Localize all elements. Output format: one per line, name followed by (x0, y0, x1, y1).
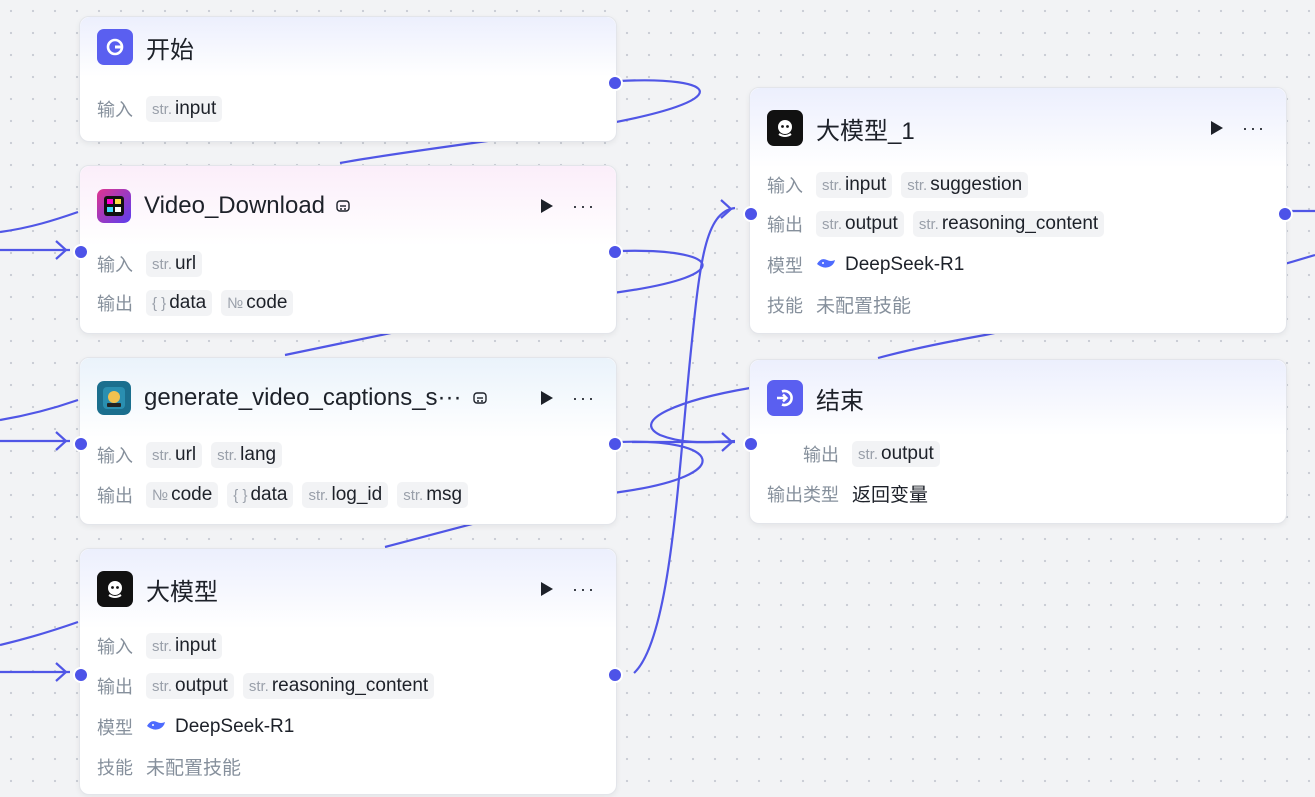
video-download-node[interactable]: Video_Download ··· 输入 str. url 输出 { } data… (73, 165, 623, 334)
input-port[interactable] (73, 436, 89, 452)
param-tag: str. url (146, 442, 203, 468)
arrowhead (720, 199, 733, 219)
node-title: Video_Download (144, 192, 326, 219)
node-title: 大模型_1 (816, 117, 915, 145)
param-tag: str. input (816, 172, 893, 198)
param-tag: str. input (146, 96, 223, 122)
param-tag: str. url (146, 251, 203, 277)
edge-left-in-llm[interactable] (0, 620, 79, 647)
more-options-button[interactable]: ··· (572, 578, 596, 600)
input-label: 输入 (767, 176, 803, 196)
param-tag: str. output (816, 211, 904, 237)
start-node[interactable]: 开始 输入 str. input (79, 16, 623, 142)
output-label: 输出 (97, 486, 133, 506)
param-tag: № code (221, 290, 294, 316)
param-tag: str. lang (211, 442, 283, 468)
input-port[interactable] (73, 244, 89, 260)
param-tag: str. reasoning_content (242, 673, 435, 699)
llm-icon (97, 571, 133, 607)
output-type-label: 输出类型 (767, 484, 839, 505)
output-port[interactable] (607, 244, 623, 260)
model-name: DeepSeek-R1 (845, 254, 965, 275)
arrowhead (721, 432, 734, 452)
output-label: 输出 (97, 294, 133, 314)
run-button[interactable] (536, 195, 558, 217)
run-button[interactable] (1206, 117, 1228, 139)
param-tag: str. reasoning_content (912, 211, 1105, 237)
skill-label: 技能 (97, 757, 133, 778)
edge-end-incoming-loop[interactable] (650, 386, 751, 444)
param-tag: str. input (146, 633, 223, 659)
input-label: 输入 (97, 100, 133, 120)
output-label: 输出 (767, 215, 803, 235)
model-label: 模型 (97, 718, 133, 738)
more-options-button[interactable]: ··· (572, 195, 596, 217)
output-label: 输出 (97, 677, 133, 697)
param-tag: str. output (852, 441, 940, 467)
input-label: 输入 (97, 446, 133, 466)
node-title: 开始 (146, 36, 194, 64)
node-title: 大模型 (146, 578, 218, 606)
output-port[interactable] (607, 667, 623, 683)
plugin-link-icon (472, 390, 488, 406)
param-tag: № code (146, 482, 219, 508)
input-label: 输入 (97, 637, 133, 657)
plugin-link-icon (335, 198, 351, 214)
run-button[interactable] (536, 578, 558, 600)
video-download-plugin-icon (97, 189, 131, 223)
output-port[interactable] (607, 436, 623, 452)
run-button[interactable] (536, 387, 558, 409)
input-port[interactable] (743, 436, 759, 452)
more-options-button[interactable]: ··· (572, 387, 596, 409)
output-type-value: 返回变量 (852, 485, 929, 506)
model-name: DeepSeek-R1 (175, 716, 295, 737)
end-icon (767, 380, 803, 416)
output-port[interactable] (607, 75, 623, 91)
output-label: 输出 (803, 445, 839, 465)
arrowhead (55, 240, 68, 260)
input-port[interactable] (743, 206, 759, 222)
captions-node[interactable]: generate_video_captions_s··· ··· 输入 str.… (73, 357, 623, 525)
arrowhead (55, 431, 68, 451)
deepseek-whale-icon (816, 255, 836, 276)
skill-value: 未配置技能 (816, 296, 912, 317)
start-icon (97, 29, 133, 65)
llm-icon (767, 110, 803, 146)
arrowhead (55, 662, 68, 682)
deepseek-whale-icon (146, 717, 166, 738)
param-tag: str. msg (397, 482, 469, 508)
input-label: 输入 (97, 255, 133, 275)
param-tag: str. output (146, 673, 234, 699)
more-options-button[interactable]: ··· (1242, 117, 1266, 139)
node-title: generate_video_captions_s··· (144, 384, 462, 411)
node-title: 结束 (816, 387, 864, 415)
input-port[interactable] (73, 667, 89, 683)
edge-left-in-captions[interactable] (0, 398, 79, 422)
captions-plugin-icon (97, 381, 131, 415)
llm-node[interactable]: 大模型 ··· 输入 str. input 输出 str. output str. r… (73, 548, 623, 795)
skill-label: 技能 (767, 295, 803, 316)
param-tag: { } data (146, 290, 213, 316)
end-node[interactable]: 结束 输出 str. output 输出类型 返回变量 (743, 359, 1287, 524)
edge-left-in-video[interactable] (0, 210, 79, 234)
output-port[interactable] (1277, 206, 1293, 222)
param-tag: str. log_id (302, 482, 389, 508)
edge-llm-to-llm1[interactable] (633, 206, 736, 674)
param-tag: str. suggestion (901, 172, 1029, 198)
model-label: 模型 (767, 256, 803, 276)
param-tag: { } data (227, 482, 294, 508)
skill-value: 未配置技能 (146, 758, 242, 779)
llm1-node[interactable]: 大模型_1 ··· 输入 str. input str. suggestion 输出… (743, 87, 1293, 334)
